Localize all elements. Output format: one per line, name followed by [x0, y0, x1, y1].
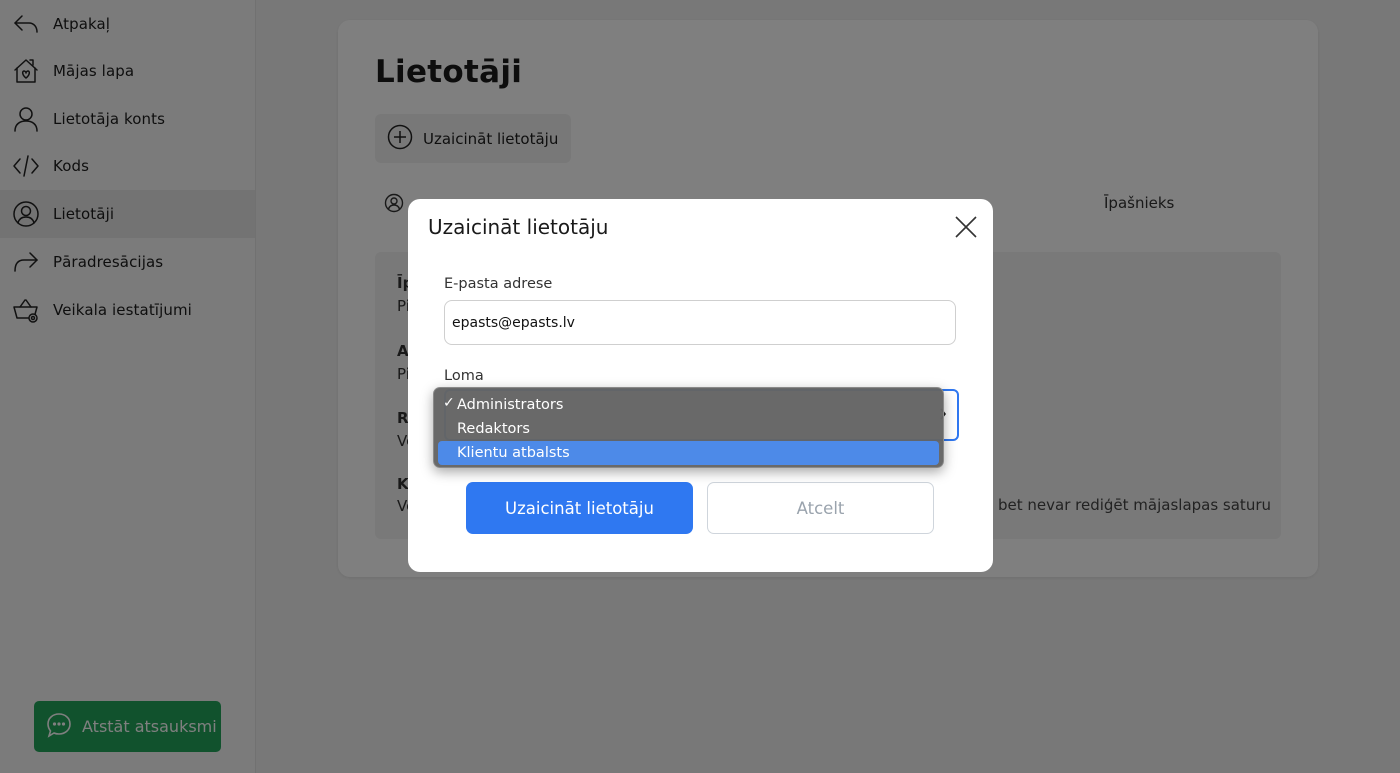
modal-title: Uzaicināt lietotāju — [428, 215, 609, 239]
close-button[interactable] — [952, 213, 980, 241]
cancel-button[interactable]: Atcelt — [707, 482, 934, 534]
role-dropdown-menu: ✓ Administrators Redaktors Klientu atbal… — [433, 387, 944, 468]
checkmark-icon: ✓ — [443, 395, 455, 411]
email-field[interactable] — [444, 300, 956, 345]
option-label: Redaktors — [457, 421, 530, 437]
role-option-customer-support[interactable]: Klientu atbalsts — [438, 441, 939, 465]
option-label: Klientu atbalsts — [457, 445, 570, 461]
role-label: Loma — [444, 368, 484, 384]
option-label: Administrators — [457, 397, 564, 413]
close-icon — [955, 216, 977, 238]
email-label: E-pasta adrese — [444, 276, 553, 292]
role-option-administrators[interactable]: ✓ Administrators — [438, 393, 939, 417]
invite-user-modal: Uzaicināt lietotāju E-pasta adrese Loma … — [408, 199, 993, 572]
role-option-editor[interactable]: Redaktors — [438, 417, 939, 441]
invite-submit-button[interactable]: Uzaicināt lietotāju — [466, 482, 693, 534]
